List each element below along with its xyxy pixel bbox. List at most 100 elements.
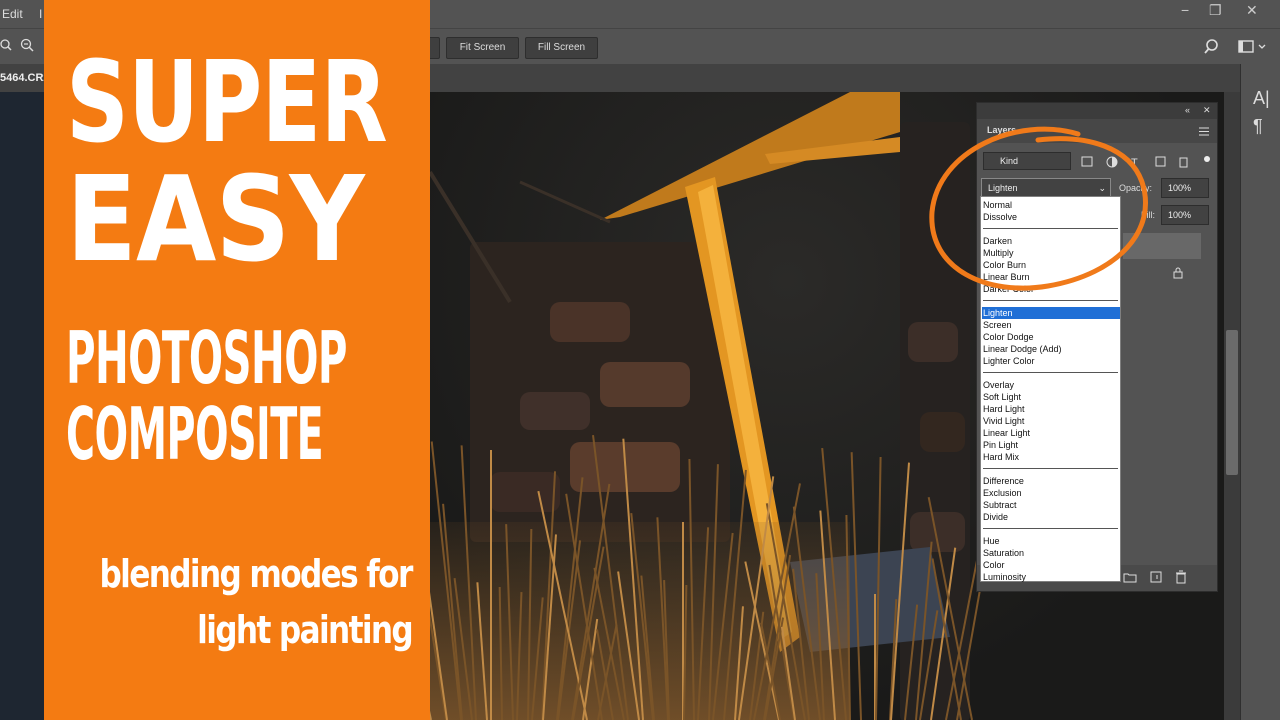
grass-stem	[430, 631, 432, 720]
blend-mode-separator	[983, 468, 1118, 469]
blend-mode-option[interactable]: Luminosity	[982, 571, 1120, 583]
restore-icon[interactable]: ❐	[1209, 2, 1222, 19]
folder-icon[interactable]	[1123, 571, 1137, 583]
grass-stem	[734, 606, 744, 720]
blend-mode-select[interactable]: Lighten ⌄	[981, 178, 1111, 198]
wood-debris	[519, 180, 611, 224]
pixel-filter-icon[interactable]	[1081, 156, 1093, 167]
zoom-in-icon[interactable]	[0, 38, 12, 52]
blend-mode-option[interactable]: Hard Mix	[982, 451, 1120, 463]
blend-mode-separator	[983, 228, 1118, 229]
filter-kind-select[interactable]: Kind	[983, 152, 1071, 170]
fill-screen-button[interactable]: Fill Screen	[525, 37, 598, 59]
subtitle-line-2: light painting	[197, 608, 414, 652]
panel-close-icon[interactable]: ✕	[1203, 105, 1211, 116]
right-toolbar: A| ¶	[1240, 64, 1280, 720]
blend-mode-option[interactable]: Color Burn	[982, 259, 1120, 271]
filter-toggle-icon[interactable]	[1204, 156, 1210, 162]
filter-icons: T	[1081, 156, 1210, 169]
grass-stem	[697, 527, 710, 720]
grass-stem	[460, 445, 477, 720]
blend-mode-option[interactable]: Overlay	[982, 379, 1120, 391]
grass-stem	[476, 582, 488, 720]
title-line-3: PHOTOSHOP	[66, 316, 347, 400]
panel-menu-icon[interactable]	[1199, 127, 1209, 136]
blend-mode-option[interactable]: Screen	[982, 319, 1120, 331]
blend-mode-option[interactable]: Lighten	[982, 307, 1120, 319]
blend-mode-option[interactable]: Lighter Color	[982, 355, 1120, 367]
grass-stem	[780, 626, 796, 720]
layers-tab[interactable]: Layers	[987, 125, 1016, 135]
fill-field[interactable]: 100%	[1161, 205, 1209, 225]
grass-stem	[919, 610, 939, 720]
grass-stem	[442, 503, 463, 720]
layer-row-selected[interactable]	[1123, 233, 1201, 259]
blend-mode-option[interactable]: Subtract	[982, 499, 1120, 511]
type-filter-icon[interactable]: T	[1131, 157, 1138, 169]
blend-mode-option[interactable]: Soft Light	[982, 391, 1120, 403]
minimize-icon[interactable]: −	[1181, 2, 1189, 18]
fit-screen-button[interactable]: Fit Screen	[446, 37, 519, 59]
grass-stems	[430, 392, 999, 720]
blend-mode-value: Lighten	[988, 183, 1018, 193]
thumbnail-banner: SUPER EASY PHOTOSHOP COMPOSITE blending …	[44, 0, 430, 720]
blend-mode-option[interactable]: Linear Light	[982, 427, 1120, 439]
grass-stem	[490, 450, 492, 720]
wood-debris	[430, 170, 512, 304]
grass-stem	[516, 592, 523, 720]
trash-icon[interactable]	[1175, 570, 1187, 584]
collapse-icon[interactable]: «	[1185, 105, 1190, 115]
blend-mode-separator	[983, 300, 1118, 301]
grass-stem	[845, 515, 851, 720]
blend-mode-option[interactable]: Divide	[982, 511, 1120, 523]
title-line-4: COMPOSITE	[66, 392, 324, 476]
search-icon[interactable]	[1204, 38, 1222, 56]
new-layer-icon[interactable]	[1149, 570, 1163, 584]
opacity-label: Opacity:	[1119, 183, 1153, 193]
blend-mode-option[interactable]: Multiply	[982, 247, 1120, 259]
blend-mode-dropdown[interactable]: Normal Dissolve Darken Multiply Color Burn Li…	[980, 196, 1121, 582]
zoom-out-icon[interactable]	[20, 38, 34, 52]
grass-stem	[498, 587, 503, 720]
opacity-field[interactable]: 100%	[1161, 178, 1209, 198]
menu-i[interactable]: I	[39, 7, 42, 21]
subtitle-line-1: blending modes for	[99, 552, 414, 596]
panel-header: « ✕	[977, 103, 1217, 119]
blend-mode-option[interactable]: Saturation	[982, 547, 1120, 559]
grass-stem	[875, 457, 882, 720]
smart-object-filter-icon[interactable]	[1179, 157, 1188, 168]
blend-mode-option[interactable]: Difference	[982, 475, 1120, 487]
paragraph-panel-icon[interactable]: ¶	[1253, 116, 1263, 137]
document-tab-title[interactable]: 5464.CR2	[0, 72, 50, 84]
blend-mode-option[interactable]: Normal	[982, 199, 1120, 211]
character-panel-icon[interactable]: A|	[1253, 88, 1270, 109]
grass-stem	[505, 524, 514, 720]
blend-mode-option[interactable]: Pin Light	[982, 439, 1120, 451]
blend-mode-separator	[983, 528, 1118, 529]
chevron-down-icon: ⌄	[1098, 183, 1106, 193]
grass-stem	[688, 459, 695, 720]
blend-mode-option[interactable]: Hue	[982, 535, 1120, 547]
blend-mode-option[interactable]: Darken	[982, 235, 1120, 247]
menu-edit[interactable]: Edit	[2, 7, 23, 21]
close-icon[interactable]: ✕	[1246, 2, 1258, 19]
panel-scrollbar[interactable]	[1226, 330, 1238, 475]
blend-mode-option[interactable]: Dissolve	[982, 211, 1120, 223]
grass-stem	[527, 529, 533, 720]
blend-mode-separator	[983, 372, 1118, 373]
shape-filter-icon[interactable]	[1155, 156, 1166, 167]
blend-mode-option[interactable]: Exclusion	[982, 487, 1120, 499]
left-photo-strip	[0, 92, 44, 720]
blend-mode-option[interactable]: Darker Color	[982, 283, 1120, 295]
blend-mode-option[interactable]: Color	[982, 559, 1120, 571]
blend-mode-option[interactable]: Linear Dodge (Add)	[982, 343, 1120, 355]
fill-label: Fill:	[1141, 210, 1155, 220]
workspace-icon[interactable]	[1238, 39, 1268, 55]
lock-icon	[1173, 267, 1183, 279]
blend-mode-option[interactable]: Color Dodge	[982, 331, 1120, 343]
grass-stem	[850, 452, 862, 720]
blend-mode-option[interactable]: Linear Burn	[982, 271, 1120, 283]
filter-kind-label: Kind	[1000, 156, 1019, 166]
blend-mode-option[interactable]: Vivid Light	[982, 415, 1120, 427]
blend-mode-option[interactable]: Hard Light	[982, 403, 1120, 415]
